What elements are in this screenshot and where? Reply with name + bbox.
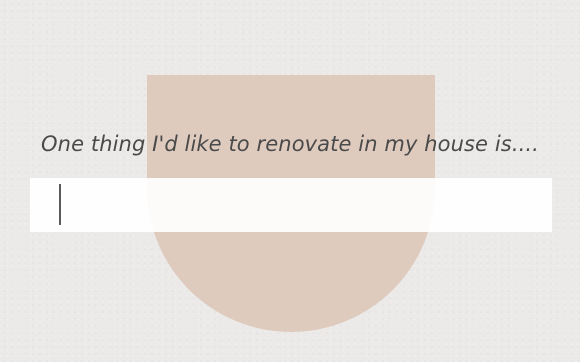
text-caret (59, 184, 61, 225)
prompt-text: One thing I'd like to renovate in my hou… (41, 132, 539, 156)
answer-input-field[interactable] (30, 178, 552, 232)
answer-input[interactable] (30, 178, 552, 232)
